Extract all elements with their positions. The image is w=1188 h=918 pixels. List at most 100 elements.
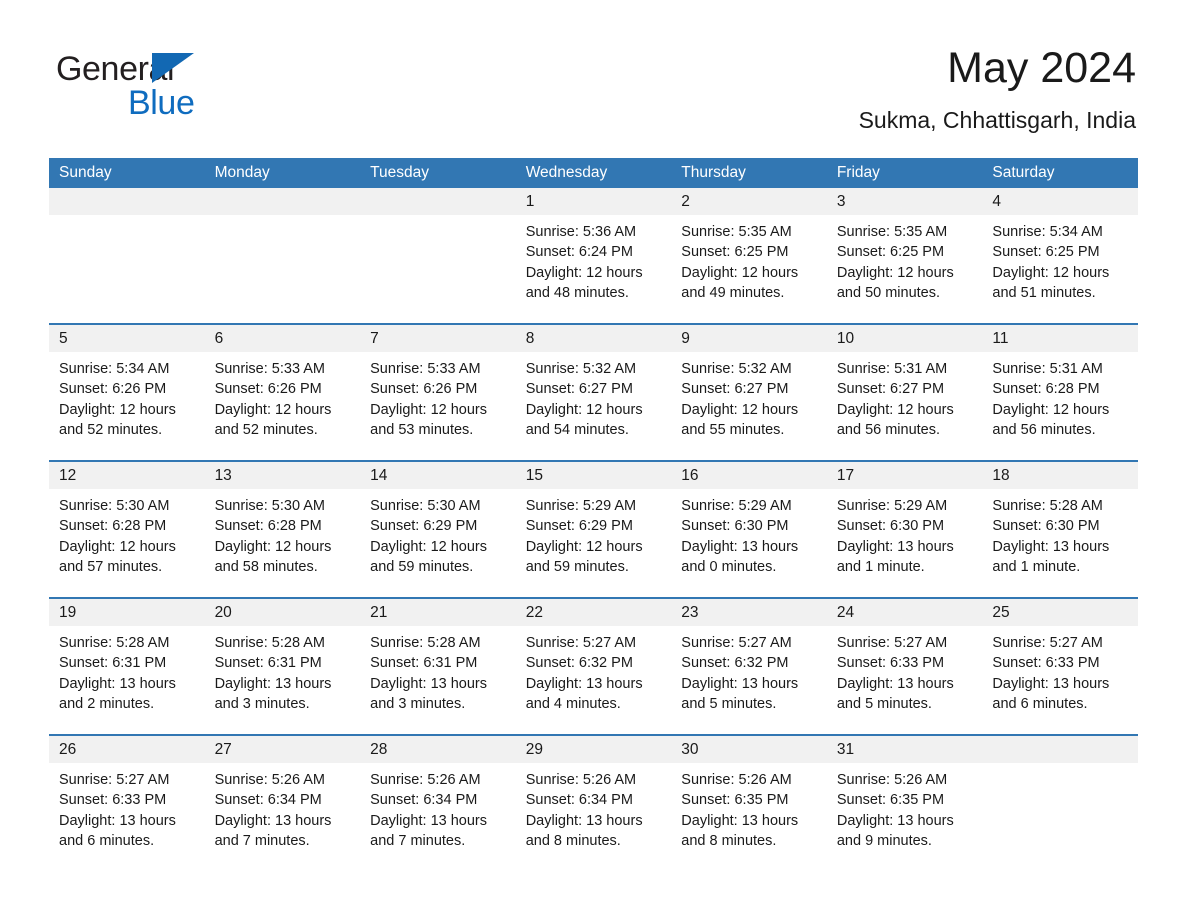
daylight-text-line1: Daylight: 12 hours bbox=[681, 264, 799, 281]
weekday-header-tuesday: Tuesday bbox=[370, 164, 430, 181]
sunrise-text: Sunrise: 5:29 AM bbox=[836, 498, 948, 514]
day-number: 22 bbox=[515, 599, 672, 626]
day-number: 15 bbox=[515, 462, 672, 489]
daylight-text-line2: and 58 minutes. bbox=[214, 559, 318, 576]
weekday-header-wednesday: Wednesday bbox=[525, 164, 608, 181]
calendar-cell-day-18[interactable]: 18 Sunrise: 5:28 AM Sunset: 6:30 PM Dayligh… bbox=[982, 462, 1138, 587]
sunset-text: Sunset: 6:35 PM bbox=[836, 792, 945, 809]
day-details: Sunrise: 5:35 AM Sunset: 6:25 PM Daylight:… bbox=[827, 215, 983, 304]
calendar-cell-day-21[interactable]: 21 Sunrise: 5:28 AM Sunset: 6:31 PM Dayligh… bbox=[360, 599, 516, 724]
calendar-cell-day-2[interactable]: 2 Sunrise: 5:35 AM Sunset: 6:25 PM Daylight… bbox=[671, 188, 827, 313]
page-header: General Blue May 2024 Sukma, Chhattisgar… bbox=[0, 0, 1188, 158]
sunrise-text: Sunrise: 5:26 AM bbox=[214, 772, 325, 788]
calendar-cell-day-17[interactable]: 17 Sunrise: 5:29 AM Sunset: 6:30 PM Dayligh… bbox=[826, 462, 983, 587]
sunrise-text: Sunrise: 5:28 AM bbox=[214, 635, 325, 651]
day-number: 29 bbox=[515, 736, 672, 763]
calendar-cell-day-12[interactable]: 12 Sunrise: 5:30 AM Sunset: 6:28 PM Dayligh… bbox=[49, 462, 205, 587]
calendar-cell-day-13[interactable]: 13 Sunrise: 5:30 AM Sunset: 6:28 PM Dayligh… bbox=[204, 462, 361, 587]
calendar-cell-day-5[interactable]: 5 Sunrise: 5:34 AM Sunset: 6:26 PM Daylight… bbox=[49, 325, 205, 450]
sunset-text: Sunset: 6:29 PM bbox=[525, 518, 633, 535]
day-number: 26 bbox=[49, 736, 205, 763]
calendar-cell-day-8[interactable]: 8 Sunrise: 5:32 AM Sunset: 6:27 PM Daylight… bbox=[515, 325, 672, 450]
sunrise-text: Sunrise: 5:27 AM bbox=[525, 635, 637, 651]
logo-triangle-icon bbox=[152, 53, 194, 83]
day-number: 9 bbox=[671, 325, 827, 352]
day-details: Sunrise: 5:28 AM Sunset: 6:31 PM Daylight:… bbox=[360, 626, 516, 715]
weekday-header-sunday: Sunday bbox=[59, 164, 112, 181]
sunset-text: Sunset: 6:34 PM bbox=[525, 792, 633, 809]
sunset-text: Sunset: 6:25 PM bbox=[836, 244, 945, 261]
calendar-cell-day-30[interactable]: 30 Sunrise: 5:26 AM Sunset: 6:35 PM Dayligh… bbox=[671, 736, 827, 861]
calendar-cell-day-15[interactable]: 15 Sunrise: 5:29 AM Sunset: 6:29 PM Dayligh… bbox=[515, 462, 672, 587]
calendar-cell-day-11[interactable]: 11 Sunrise: 5:31 AM Sunset: 6:28 PM Dayligh… bbox=[982, 325, 1138, 450]
calendar-cell-day-16[interactable]: 16 Sunrise: 5:29 AM Sunset: 6:30 PM Dayligh… bbox=[671, 462, 827, 587]
daylight-text-line1: Daylight: 13 hours bbox=[836, 538, 954, 555]
calendar-cell-day-6[interactable]: 6 Sunrise: 5:33 AM Sunset: 6:26 PM Daylight… bbox=[204, 325, 361, 450]
calendar-week-row: 5 Sunrise: 5:34 AM Sunset: 6:26 PM Daylight… bbox=[49, 323, 1138, 450]
calendar-cell-day-1[interactable]: 1 Sunrise: 5:36 AM Sunset: 6:24 PM Daylight… bbox=[515, 188, 672, 313]
sunrise-text: Sunrise: 5:32 AM bbox=[681, 361, 792, 377]
sunset-text: Sunset: 6:24 PM bbox=[525, 244, 633, 261]
daylight-text-line2: and 0 minutes. bbox=[681, 559, 777, 576]
calendar-cell-day-9[interactable]: 9 Sunrise: 5:32 AM Sunset: 6:27 PM Daylight… bbox=[671, 325, 827, 450]
calendar-cell-day-20[interactable]: 20 Sunrise: 5:28 AM Sunset: 6:31 PM Dayligh… bbox=[204, 599, 361, 724]
calendar-cell-day-3[interactable]: 3 Sunrise: 5:35 AM Sunset: 6:25 PM Daylight… bbox=[826, 188, 983, 313]
day-number: 8 bbox=[515, 325, 672, 352]
day-number: 18 bbox=[982, 462, 1138, 489]
sunrise-text: Sunrise: 5:28 AM bbox=[370, 635, 481, 651]
sunset-text: Sunset: 6:26 PM bbox=[370, 381, 478, 398]
page-title: May 2024 bbox=[947, 44, 1136, 92]
sunset-text: Sunset: 6:31 PM bbox=[214, 655, 322, 672]
weekday-header-monday: Monday bbox=[214, 164, 270, 181]
calendar-cell-day-31[interactable]: 31 Sunrise: 5:26 AM Sunset: 6:35 PM Dayligh… bbox=[826, 736, 983, 861]
day-details: Sunrise: 5:31 AM Sunset: 6:28 PM Daylight:… bbox=[982, 352, 1138, 441]
daylight-text-line2: and 52 minutes. bbox=[59, 422, 163, 439]
calendar-cell-day-29[interactable]: 29 Sunrise: 5:26 AM Sunset: 6:34 PM Dayligh… bbox=[515, 736, 672, 861]
sunrise-text: Sunrise: 5:28 AM bbox=[59, 635, 170, 651]
sunrise-text: Sunrise: 5:26 AM bbox=[836, 772, 948, 788]
location-subtitle: Sukma, Chhattisgarh, India bbox=[858, 107, 1136, 134]
calendar-cell-day-19[interactable]: 19 Sunrise: 5:28 AM Sunset: 6:31 PM Dayligh… bbox=[49, 599, 205, 724]
day-number: 13 bbox=[204, 462, 361, 489]
calendar-cell-day-27[interactable]: 27 Sunrise: 5:26 AM Sunset: 6:34 PM Dayligh… bbox=[204, 736, 361, 861]
day-details: Sunrise: 5:28 AM Sunset: 6:31 PM Daylight:… bbox=[205, 626, 361, 715]
calendar-grid: Sunday Monday Tuesday Wednesday Thursday Frid… bbox=[49, 158, 1138, 861]
sunset-text: Sunset: 6:27 PM bbox=[525, 381, 633, 398]
calendar-cell-day-25[interactable]: 25 Sunrise: 5:27 AM Sunset: 6:33 PM Dayligh… bbox=[982, 599, 1138, 724]
daylight-text-line1: Daylight: 12 hours bbox=[59, 538, 176, 555]
daylight-text-line2: and 59 minutes. bbox=[525, 559, 629, 576]
calendar-cell-day-4[interactable]: 4 Sunrise: 5:34 AM Sunset: 6:25 PM Daylight… bbox=[982, 188, 1138, 313]
daylight-text-line2: and 52 minutes. bbox=[214, 422, 318, 439]
calendar-cell-day-10[interactable]: 10 Sunrise: 5:31 AM Sunset: 6:27 PM Dayligh… bbox=[826, 325, 983, 450]
calendar-cell-day-24[interactable]: 24 Sunrise: 5:27 AM Sunset: 6:33 PM Dayligh… bbox=[826, 599, 983, 724]
day-number: 14 bbox=[360, 462, 516, 489]
sunset-text: Sunset: 6:34 PM bbox=[370, 792, 478, 809]
day-number bbox=[204, 188, 361, 215]
sunset-text: Sunset: 6:25 PM bbox=[992, 244, 1100, 261]
day-details: Sunrise: 5:26 AM Sunset: 6:35 PM Daylight:… bbox=[671, 763, 827, 852]
calendar-cell-day-7[interactable]: 7 Sunrise: 5:33 AM Sunset: 6:26 PM Daylight… bbox=[360, 325, 516, 450]
sunset-text: Sunset: 6:25 PM bbox=[681, 244, 789, 261]
sunrise-text: Sunrise: 5:33 AM bbox=[214, 361, 325, 377]
sunrise-text: Sunrise: 5:30 AM bbox=[214, 498, 325, 514]
calendar-cell-day-26[interactable]: 26 Sunrise: 5:27 AM Sunset: 6:33 PM Dayligh… bbox=[49, 736, 205, 861]
sunrise-text: Sunrise: 5:34 AM bbox=[992, 224, 1103, 240]
daylight-text-line2: and 51 minutes. bbox=[992, 285, 1096, 302]
daylight-text-line2: and 49 minutes. bbox=[681, 285, 785, 302]
sunset-text: Sunset: 6:31 PM bbox=[370, 655, 478, 672]
sunrise-text: Sunrise: 5:28 AM bbox=[992, 498, 1103, 514]
calendar-cell-day-28[interactable]: 28 Sunrise: 5:26 AM Sunset: 6:34 PM Dayligh… bbox=[360, 736, 516, 861]
calendar-cell-day-14[interactable]: 14 Sunrise: 5:30 AM Sunset: 6:29 PM Dayligh… bbox=[360, 462, 516, 587]
calendar-cell-day-23[interactable]: 23 Sunrise: 5:27 AM Sunset: 6:32 PM Dayligh… bbox=[671, 599, 827, 724]
daylight-text-line1: Daylight: 12 hours bbox=[525, 264, 643, 281]
daylight-text-line2: and 2 minutes. bbox=[59, 696, 155, 713]
daylight-text-line2: and 57 minutes. bbox=[59, 559, 163, 576]
daylight-text-line1: Daylight: 13 hours bbox=[214, 675, 332, 692]
day-details: Sunrise: 5:28 AM Sunset: 6:30 PM Daylight:… bbox=[982, 489, 1138, 578]
day-details: Sunrise: 5:27 AM Sunset: 6:32 PM Daylight:… bbox=[671, 626, 827, 715]
daylight-text-line2: and 59 minutes. bbox=[370, 559, 474, 576]
calendar-cell-day-22[interactable]: 22 Sunrise: 5:27 AM Sunset: 6:32 PM Dayligh… bbox=[515, 599, 672, 724]
daylight-text-line2: and 1 minute. bbox=[836, 559, 925, 576]
daylight-text-line2: and 9 minutes. bbox=[836, 833, 932, 850]
day-details: Sunrise: 5:33 AM Sunset: 6:26 PM Daylight:… bbox=[205, 352, 361, 441]
